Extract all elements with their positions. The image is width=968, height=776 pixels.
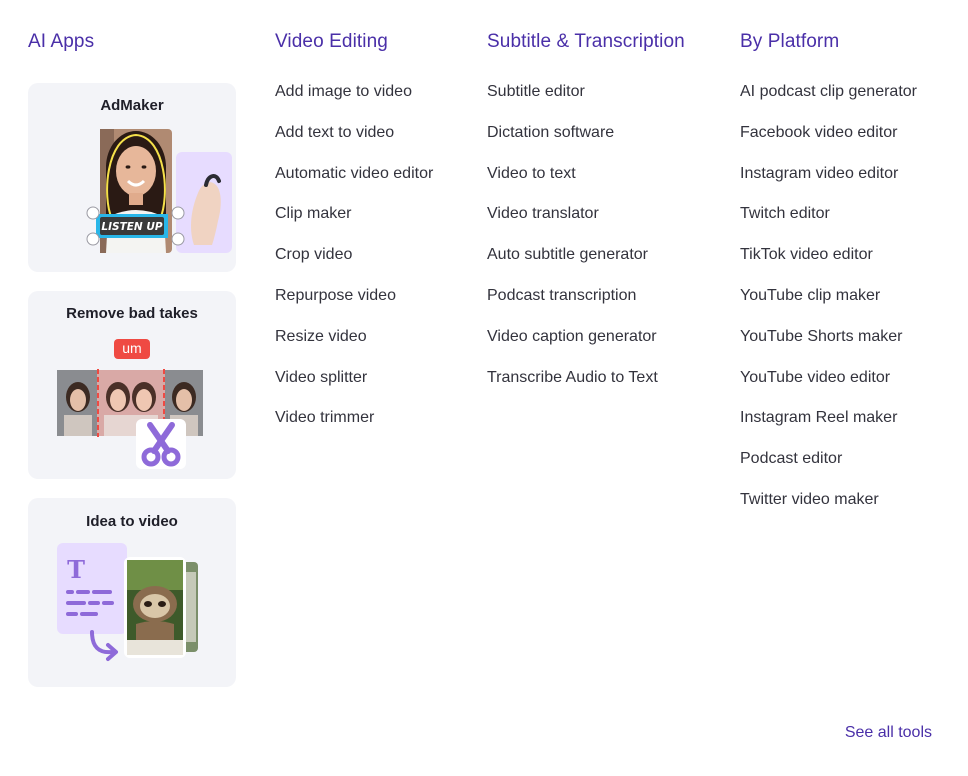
subtitle-transcription-heading: Subtitle & Transcription [487,31,685,52]
link-add-image-to-video[interactable]: Add image to video [275,80,433,121]
link-subtitle-editor[interactable]: Subtitle editor [487,80,658,121]
link-resize-video[interactable]: Resize video [275,325,433,366]
link-add-text-to-video[interactable]: Add text to video [275,121,433,162]
link-facebook-video-editor[interactable]: Facebook video editor [740,121,917,162]
idea-to-video-illustration: T [57,543,198,661]
link-dictation-software[interactable]: Dictation software [487,121,658,162]
link-video-translator[interactable]: Video translator [487,202,658,243]
subtitle-transcription-list: Subtitle editor Dictation software Video… [487,80,658,406]
curved-arrow-icon [90,630,114,655]
ai-apps-heading: AI Apps [28,31,95,52]
bad-takes-illustration [57,369,203,469]
card-admaker[interactable]: AdMaker LISTEN UP [28,83,236,272]
link-twitter-video-maker[interactable]: Twitter video maker [740,488,917,529]
link-video-trimmer[interactable]: Video trimmer [275,406,433,447]
card-remove-bad-takes[interactable]: Remove bad takes um [28,291,236,479]
link-auto-subtitle-generator[interactable]: Auto subtitle generator [487,243,658,284]
link-video-caption-generator[interactable]: Video caption generator [487,325,658,366]
link-automatic-video-editor[interactable]: Automatic video editor [275,162,433,203]
card-remove-bad-takes-title: Remove bad takes [66,305,198,322]
see-all-tools-link[interactable]: See all tools [845,724,932,742]
link-youtube-shorts-maker[interactable]: YouTube Shorts maker [740,325,917,366]
link-repurpose-video[interactable]: Repurpose video [275,284,433,325]
scissors-icon [136,419,186,469]
link-ai-podcast-clip-generator[interactable]: AI podcast clip generator [740,80,917,121]
video-editing-heading: Video Editing [275,31,388,52]
by-platform-heading: By Platform [740,31,840,52]
card-admaker-title: AdMaker [100,97,164,114]
by-platform-list: AI podcast clip generator Facebook video… [740,80,917,529]
link-crop-video[interactable]: Crop video [275,243,433,284]
listen-up-sticker: LISTEN UP [101,221,162,233]
link-podcast-transcription[interactable]: Podcast transcription [487,284,658,325]
link-podcast-editor[interactable]: Podcast editor [740,447,917,488]
link-instagram-reel-maker[interactable]: Instagram Reel maker [740,406,917,447]
um-badge: um [114,339,150,359]
link-transcribe-audio-to-text[interactable]: Transcribe Audio to Text [487,366,658,407]
link-tiktok-video-editor[interactable]: TikTok video editor [740,243,917,284]
link-video-to-text[interactable]: Video to text [487,162,658,203]
link-twitch-editor[interactable]: Twitch editor [740,202,917,243]
link-clip-maker[interactable]: Clip maker [275,202,433,243]
card-idea-to-video[interactable]: Idea to video T [28,498,236,687]
link-video-splitter[interactable]: Video splitter [275,366,433,407]
link-youtube-clip-maker[interactable]: YouTube clip maker [740,284,917,325]
link-instagram-video-editor[interactable]: Instagram video editor [740,162,917,203]
link-youtube-video-editor[interactable]: YouTube video editor [740,366,917,407]
card-idea-to-video-title: Idea to video [86,513,178,530]
admaker-illustration: LISTEN UP [86,129,232,253]
text-t-icon: T [67,555,85,584]
video-editing-list: Add image to video Add text to video Aut… [275,80,433,447]
